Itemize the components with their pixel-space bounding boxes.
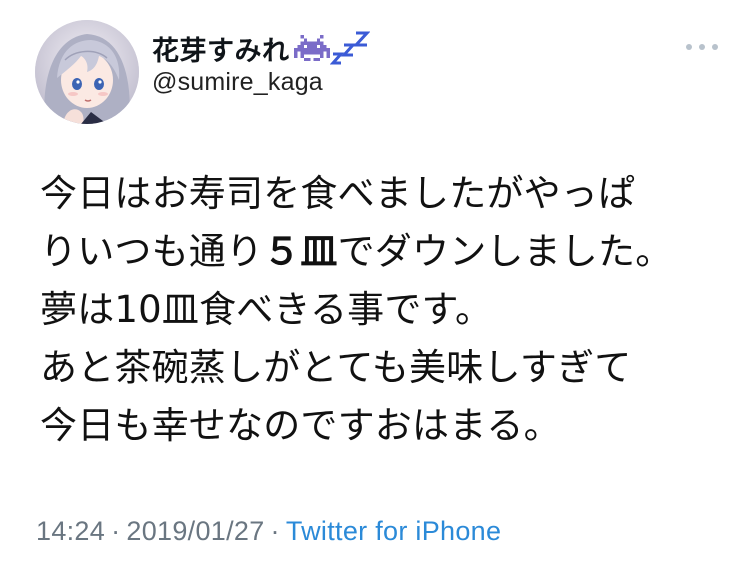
- tweet-date[interactable]: 2019/01/27: [126, 516, 264, 546]
- meta-separator: ·: [111, 516, 121, 546]
- meta-separator: ·: [270, 516, 280, 546]
- tweet-line: りいつも通り５皿でダウンしました。: [40, 223, 730, 281]
- tweet-line-bold-text: ５皿: [263, 230, 338, 273]
- name-emoji-group: [293, 29, 370, 67]
- tweet-line-text: 今日も幸せなのですおはまる。: [40, 404, 561, 447]
- tweet-text: 今日はお寿司を食べましたがやっぱ りいつも通り５皿でダウンしました。 夢は10皿…: [40, 165, 730, 455]
- tweet-time[interactable]: 14:24: [36, 516, 105, 546]
- tweet-line-text: 今日はお寿司を食べましたがやっぱ: [40, 172, 636, 215]
- space-invader-icon: [293, 35, 330, 61]
- user-handle[interactable]: @sumire_kaga: [152, 68, 370, 97]
- tweet-line: あと茶碗蒸しがとても美味しすぎて: [40, 339, 730, 397]
- more-options-icon[interactable]: [684, 40, 720, 54]
- avatar-image: [35, 20, 139, 124]
- zzz-icon: [329, 31, 370, 65]
- tweet-source-link[interactable]: Twitter for iPhone: [286, 516, 502, 546]
- tweet-line-text: りいつも通り: [40, 230, 264, 273]
- tweet-line-text: 夢は10皿食べきる事です。: [40, 288, 493, 331]
- name-row: 花芽すみれ: [152, 28, 370, 68]
- tweet-line: 夢は10皿食べきる事です。: [40, 281, 730, 339]
- tweet-card: 花芽すみれ @sumire_kaga 今日はお寿司を食べましたがやっぱ りいつも…: [0, 0, 750, 574]
- tweet-line-text: でダウンしました。: [337, 230, 673, 273]
- tweet-line: 今日も幸せなのですおはまる。: [40, 397, 730, 455]
- tweet-line: 今日はお寿司を食べましたがやっぱ: [40, 165, 730, 223]
- tweet-header: 花芽すみれ @sumire_kaga: [152, 28, 370, 97]
- tweet-metadata: 14:24 · 2019/01/27 · Twitter for iPhone: [36, 516, 501, 547]
- avatar[interactable]: [35, 20, 139, 124]
- tweet-line-text: あと茶碗蒸しがとても美味しすぎて: [40, 346, 632, 389]
- display-name[interactable]: 花芽すみれ: [152, 29, 290, 68]
